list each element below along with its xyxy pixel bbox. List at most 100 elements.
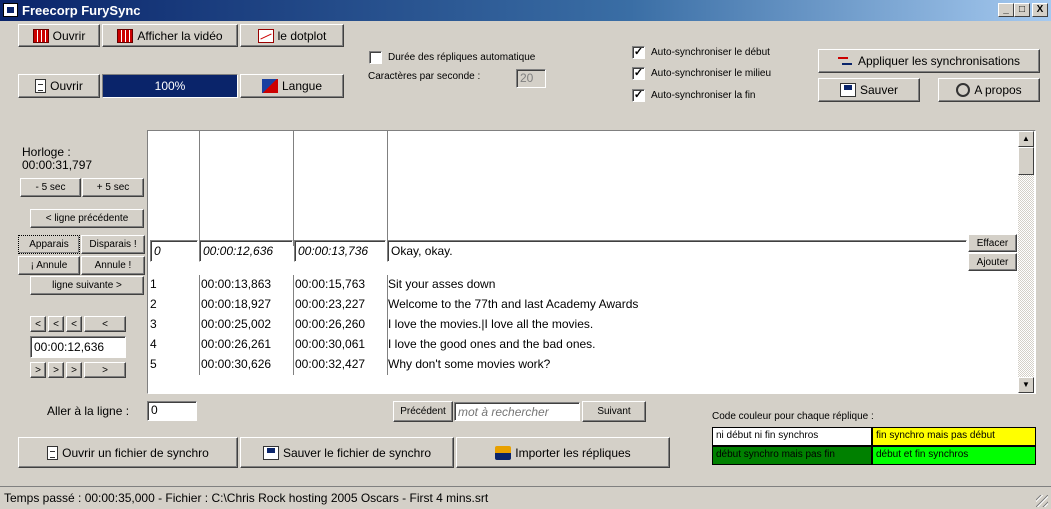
line-number-input[interactable]: 0 bbox=[150, 240, 198, 262]
sync-start-label: Auto-synchroniser le début bbox=[651, 47, 770, 58]
nav-back-2-button[interactable]: < bbox=[48, 316, 64, 332]
row-end: 00:00:15,763 bbox=[295, 277, 366, 291]
disappear-button[interactable]: Disparais ! bbox=[81, 235, 145, 254]
row-n: 4 bbox=[150, 337, 157, 351]
row-n: 1 bbox=[150, 277, 157, 291]
row-text: I love the movies.|I love all the movies… bbox=[388, 317, 594, 331]
row-n: 5 bbox=[150, 357, 157, 371]
sync-start-checkbox[interactable]: ✓ bbox=[632, 46, 645, 59]
window-title: Freecorp FurySync bbox=[22, 3, 141, 18]
next-line-button[interactable]: ligne suivante > bbox=[30, 276, 144, 295]
apply-sync-button[interactable]: Appliquer les synchronisations bbox=[818, 49, 1040, 73]
add-button[interactable]: Ajouter bbox=[968, 253, 1017, 271]
nav-back-3-button[interactable]: < bbox=[66, 316, 82, 332]
search-next-button[interactable]: Suivant bbox=[582, 401, 646, 422]
row-text: I love the good ones and the bad ones. bbox=[388, 337, 596, 351]
time-input[interactable]: 00:00:12,636 bbox=[30, 336, 126, 358]
chart-icon bbox=[257, 28, 274, 43]
status-text: Temps passé : 00:00:35,000 - Fichier : C… bbox=[4, 491, 489, 505]
save-button[interactable]: Sauver bbox=[818, 78, 920, 102]
table-row[interactable]: 2 00:00:18,927 00:00:23,227 Welcome to the … bbox=[148, 295, 1016, 315]
dotplot-button[interactable]: le dotplot bbox=[240, 24, 344, 47]
start-time-input[interactable]: 00:00:12,636 bbox=[199, 240, 293, 262]
subtitle-text-input[interactable]: Okay, okay. bbox=[387, 240, 967, 262]
nav-back-1-button[interactable]: < bbox=[30, 316, 46, 332]
appear-button[interactable]: Apparais bbox=[18, 235, 80, 254]
nav-fwd-2-button[interactable]: > bbox=[48, 362, 64, 378]
language-button[interactable]: Langue bbox=[240, 74, 344, 98]
cps-label: Caractères par seconde : bbox=[368, 71, 481, 82]
row-end: 00:00:30,061 bbox=[295, 337, 366, 351]
title-bar[interactable]: Freecorp FurySync _ □ X bbox=[0, 0, 1051, 21]
row-n: 2 bbox=[150, 297, 157, 311]
legend-both-synced: début et fin synchros bbox=[872, 446, 1036, 465]
row-end: 00:00:23,227 bbox=[295, 297, 366, 311]
goto-line-input[interactable]: 0 bbox=[147, 401, 197, 421]
scroll-down-arrow[interactable]: ▼ bbox=[1018, 377, 1034, 393]
legend-end-synced: fin synchro mais pas début bbox=[872, 427, 1036, 446]
vertical-scrollbar[interactable]: ▲ ▼ bbox=[1018, 131, 1034, 393]
row-text: Why don't some movies work? bbox=[388, 357, 551, 371]
legend-start-synced: début synchro mais pas fin bbox=[712, 446, 872, 465]
previous-line-button[interactable]: < ligne précédente bbox=[30, 209, 144, 228]
plus-5-sec-button[interactable]: + 5 sec bbox=[82, 178, 144, 197]
undo-disappear-button[interactable]: Annule ! bbox=[81, 256, 145, 275]
nav-back-4-button[interactable]: < bbox=[84, 316, 126, 332]
open-subtitles-button[interactable]: Ouvrir bbox=[18, 74, 100, 98]
document-icon bbox=[35, 79, 47, 93]
sync-end-checkbox[interactable]: ✓ bbox=[632, 89, 645, 102]
sync-arrows-icon bbox=[837, 54, 854, 68]
maximize-button[interactable]: □ bbox=[1014, 3, 1030, 17]
sync-end-label: Auto-synchroniser la fin bbox=[651, 90, 756, 101]
undo-appear-button[interactable]: ¡ Annule bbox=[18, 256, 80, 275]
save-icon bbox=[262, 445, 279, 460]
save-icon bbox=[839, 83, 856, 97]
row-text: Sit your asses down bbox=[388, 277, 496, 291]
table-row[interactable]: 3 00:00:25,002 00:00:26,260 I love the movi… bbox=[148, 315, 1016, 335]
load-progress-bar: 100% bbox=[102, 74, 238, 98]
save-sync-file-button[interactable]: Sauver le fichier de synchro bbox=[240, 437, 454, 468]
film-icon bbox=[117, 28, 134, 43]
close-button[interactable]: X bbox=[1032, 3, 1048, 17]
table-row[interactable]: 1 00:00:13,863 00:00:15,763 Sit your asses … bbox=[148, 275, 1016, 295]
import-lines-button[interactable]: Importer les répliques bbox=[456, 437, 670, 468]
nav-fwd-1-button[interactable]: > bbox=[30, 362, 46, 378]
open-video-button[interactable]: Ouvrir bbox=[18, 24, 100, 47]
show-video-button[interactable]: Afficher la vidéo bbox=[102, 24, 238, 47]
document-icon bbox=[47, 445, 59, 460]
search-previous-button[interactable]: Précédent bbox=[393, 401, 453, 422]
sync-middle-label: Auto-synchroniser le milieu bbox=[651, 68, 772, 79]
auto-duration-checkbox[interactable] bbox=[369, 51, 382, 64]
nav-fwd-3-button[interactable]: > bbox=[66, 362, 82, 378]
flag-icon bbox=[261, 79, 278, 93]
color-legend-title: Code couleur pour chaque réplique : bbox=[712, 411, 874, 422]
sync-middle-checkbox[interactable]: ✓ bbox=[632, 67, 645, 80]
minus-5-sec-button[interactable]: - 5 sec bbox=[20, 178, 81, 197]
row-start: 00:00:26,261 bbox=[201, 337, 272, 351]
row-start: 00:00:13,863 bbox=[201, 277, 272, 291]
auto-duration-label: Durée des répliques automatique bbox=[388, 52, 536, 63]
cps-input[interactable]: 20 bbox=[516, 69, 546, 88]
open-sync-file-button[interactable]: Ouvrir un fichier de synchro bbox=[18, 437, 238, 468]
search-input[interactable] bbox=[454, 402, 580, 421]
clock-value: 00:00:31,797 bbox=[22, 158, 93, 172]
app-icon bbox=[3, 3, 18, 17]
scroll-thumb[interactable] bbox=[1018, 147, 1034, 175]
row-start: 00:00:25,002 bbox=[201, 317, 272, 331]
import-icon bbox=[495, 445, 512, 460]
end-time-input[interactable]: 00:00:13,736 bbox=[294, 240, 386, 262]
table-row[interactable]: 5 00:00:30,626 00:00:32,427 Why don't some … bbox=[148, 355, 1016, 375]
about-button[interactable]: A propos bbox=[938, 78, 1040, 102]
row-text: Welcome to the 77th and last Academy Awa… bbox=[388, 297, 639, 311]
info-icon bbox=[956, 83, 971, 97]
scroll-up-arrow[interactable]: ▲ bbox=[1018, 131, 1034, 147]
row-n: 3 bbox=[150, 317, 157, 331]
delete-button[interactable]: Effacer bbox=[968, 234, 1017, 252]
nav-fwd-4-button[interactable]: > bbox=[84, 362, 126, 378]
row-end: 00:00:26,260 bbox=[295, 317, 366, 331]
clock-label: Horloge : bbox=[22, 145, 71, 159]
minimize-button[interactable]: _ bbox=[998, 3, 1014, 17]
resize-grip[interactable] bbox=[1036, 495, 1048, 507]
table-row[interactable]: 4 00:00:26,261 00:00:30,061 I love the good… bbox=[148, 335, 1016, 355]
goto-line-label: Aller à la ligne : bbox=[47, 404, 130, 418]
